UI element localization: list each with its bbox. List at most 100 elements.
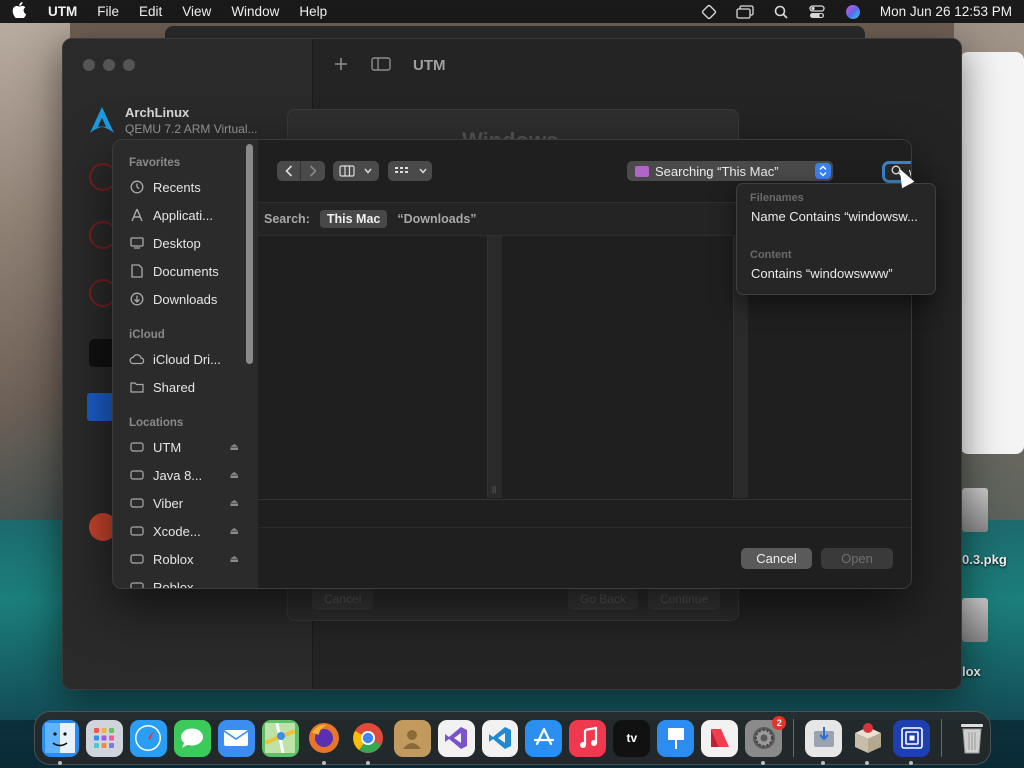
- nav-buttons: [277, 161, 325, 181]
- dock-contacts-icon[interactable]: [393, 719, 431, 757]
- utm-toolbar: UTM: [313, 39, 961, 91]
- sidebar-item-icloud-drive[interactable]: iCloud Dri...: [129, 348, 239, 370]
- back-icon[interactable]: [277, 161, 301, 181]
- scope-downloads[interactable]: “Downloads”: [397, 212, 476, 226]
- sidebar-item-shared[interactable]: Shared: [129, 376, 239, 398]
- drive-icon: [129, 439, 145, 455]
- eject-icon[interactable]: ⏏: [230, 526, 239, 537]
- updown-arrows-icon: [815, 163, 831, 179]
- dock-installer-icon[interactable]: [805, 719, 843, 765]
- window-stack-icon[interactable]: [736, 4, 754, 19]
- location-popup-label: Searching “This Mac”: [655, 163, 779, 179]
- sidebar-item-roblox[interactable]: Roblox ⏏: [129, 548, 239, 570]
- desktop-file-icon[interactable]: [962, 598, 988, 642]
- dock-vscode-icon[interactable]: [481, 719, 519, 757]
- dialog-cancel-button[interactable]: Cancel: [312, 588, 374, 610]
- search-suggestions-popover: Filenames Name Contains “windowsw... Con…: [736, 183, 936, 295]
- apple-tv-label: tv: [626, 731, 638, 745]
- diamond-icon[interactable]: [700, 4, 718, 19]
- eject-icon[interactable]: ⏏: [230, 442, 239, 453]
- dock-visual-studio-icon[interactable]: [437, 719, 475, 757]
- menu-view[interactable]: View: [182, 4, 211, 19]
- apple-logo-icon[interactable]: [12, 1, 30, 22]
- suggestion-filename-contains[interactable]: Name Contains “windowsw...: [751, 209, 931, 224]
- dialog-continue-button[interactable]: Continue: [648, 588, 721, 610]
- window-controls: [83, 59, 135, 71]
- sidebar-item-documents[interactable]: Documents: [129, 260, 239, 282]
- open-button[interactable]: Open: [821, 548, 893, 569]
- running-indicator: [321, 760, 326, 765]
- minimize-button[interactable]: [103, 59, 115, 71]
- dock-firefox-icon[interactable]: [306, 720, 343, 765]
- sidebar-scrollbar[interactable]: [246, 144, 253, 364]
- menu-app-name[interactable]: UTM: [48, 4, 77, 19]
- running-indicator: [761, 760, 766, 765]
- sidebar-item-utm[interactable]: UTM ⏏: [129, 436, 239, 458]
- browser-column[interactable]: [258, 236, 488, 498]
- vm-monitor-icon[interactable]: [87, 393, 115, 421]
- sidebar-item-recents[interactable]: Recents: [129, 176, 239, 198]
- view-mode-button[interactable]: [333, 161, 379, 181]
- suggestion-content-contains[interactable]: Contains “windowswww”: [751, 266, 931, 281]
- location-popup-button[interactable]: Searching “This Mac”: [627, 161, 833, 181]
- dock-app-store-icon[interactable]: [525, 719, 563, 757]
- menu-edit[interactable]: Edit: [139, 4, 162, 19]
- sidebar-item-viber[interactable]: Viber ⏏: [129, 492, 239, 514]
- dock-keynote-icon[interactable]: [657, 719, 695, 757]
- dock-music-icon[interactable]: [569, 719, 607, 757]
- group-by-button[interactable]: [388, 161, 432, 181]
- zoom-button[interactable]: [123, 59, 135, 71]
- menu-bar: UTM File Edit View Window Help Mon Jun 2…: [0, 0, 1024, 23]
- eject-icon[interactable]: ⏏: [230, 498, 239, 509]
- cancel-button[interactable]: Cancel: [741, 548, 812, 569]
- menu-clock[interactable]: Mon Jun 26 12:53 PM: [880, 4, 1012, 19]
- sidebar-item-label: Roblox: [153, 579, 194, 589]
- drive-icon: [129, 467, 145, 483]
- dock-safari-icon[interactable]: [129, 719, 167, 757]
- menu-file[interactable]: File: [97, 4, 119, 19]
- desktop-pkg-file-icon[interactable]: [962, 488, 988, 532]
- browser-column[interactable]: [502, 236, 734, 498]
- menu-help[interactable]: Help: [299, 4, 327, 19]
- sidebar-toggle-icon[interactable]: [371, 56, 391, 75]
- dock-separator: [793, 719, 795, 757]
- running-indicator: [58, 760, 62, 765]
- dock-mail-icon[interactable]: [217, 719, 255, 757]
- eject-icon[interactable]: ⏏: [230, 554, 239, 565]
- desktop-file-label-2[interactable]: lox: [962, 664, 981, 679]
- dock-system-settings-icon[interactable]: 2: [745, 715, 787, 765]
- dock-maps-icon[interactable]: [261, 719, 299, 757]
- panel-sidebar: Favorites Recents Applicati... Desktop D…: [113, 140, 258, 588]
- dock-utm-icon[interactable]: [893, 719, 931, 765]
- sidebar-item-java[interactable]: Java 8... ⏏: [129, 464, 239, 486]
- search-icon[interactable]: [772, 5, 790, 19]
- archlinux-logo-icon: [89, 106, 115, 136]
- dock-news-icon[interactable]: [701, 719, 739, 757]
- eject-icon[interactable]: ⏏: [230, 470, 239, 481]
- sidebar-item-roblox-2[interactable]: Roblox: [129, 576, 239, 589]
- sidebar-item-desktop[interactable]: Desktop: [129, 232, 239, 254]
- smart-folder-icon: [635, 165, 649, 177]
- sidebar-item-applications[interactable]: Applicati...: [129, 204, 239, 226]
- add-vm-icon[interactable]: [333, 56, 349, 75]
- dock-package-icon[interactable]: [849, 720, 886, 765]
- dock-messages-icon[interactable]: [173, 719, 211, 757]
- sidebar-item-downloads[interactable]: Downloads: [129, 288, 239, 310]
- dialog-go-back-button[interactable]: Go Back: [568, 588, 639, 610]
- column-resize-handle[interactable]: ||: [488, 236, 502, 498]
- desktop-file-label[interactable]: 0.3.pkg: [962, 552, 1007, 567]
- scope-this-mac[interactable]: This Mac: [319, 210, 388, 228]
- vm-list-item[interactable]: ArchLinux QEMU 7.2 ARM Virtual...: [89, 105, 258, 136]
- close-button[interactable]: [83, 59, 95, 71]
- running-indicator: [365, 760, 370, 765]
- control-center-icon[interactable]: [808, 4, 826, 19]
- menu-window[interactable]: Window: [231, 4, 279, 19]
- dock-apple-tv-icon[interactable]: tv: [613, 719, 651, 757]
- dock-launchpad-icon[interactable]: [85, 719, 123, 757]
- siri-icon[interactable]: [844, 4, 862, 19]
- dock-trash-icon[interactable]: [953, 720, 990, 757]
- dock-finder-icon[interactable]: [42, 719, 79, 765]
- forward-icon[interactable]: [301, 161, 325, 181]
- dock-chrome-icon[interactable]: [350, 720, 387, 765]
- sidebar-item-xcode[interactable]: Xcode... ⏏: [129, 520, 239, 542]
